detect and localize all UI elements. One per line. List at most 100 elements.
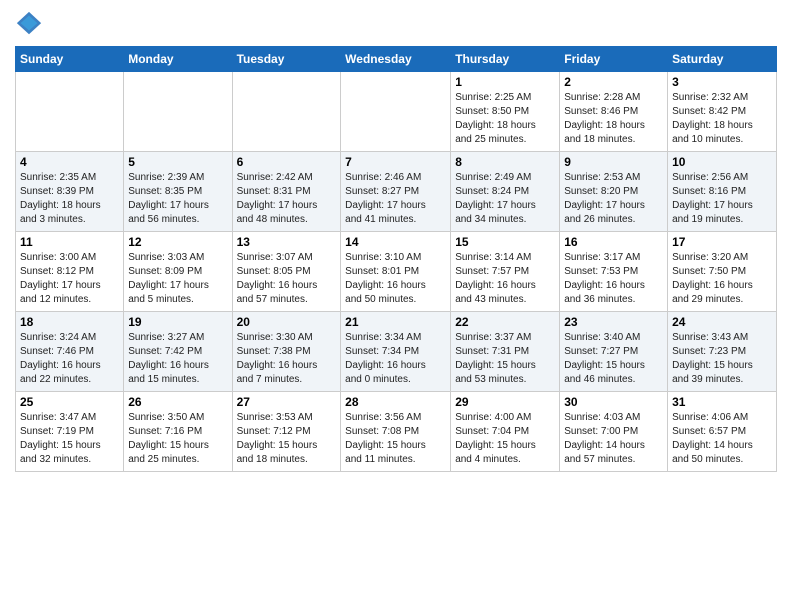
calendar-cell: 8 Sunrise: 2:49 AMSunset: 8:24 PMDaylight… — [451, 152, 560, 232]
calendar-cell: 28 Sunrise: 3:56 AMSunset: 7:08 PMDayligh… — [341, 392, 451, 472]
day-number: 4 — [20, 155, 119, 169]
day-number: 2 — [564, 75, 663, 89]
calendar-header-row: SundayMondayTuesdayWednesdayThursdayFrid… — [16, 47, 777, 72]
calendar-cell: 31 Sunrise: 4:06 AMSunset: 6:57 PMDayligh… — [668, 392, 777, 472]
day-info: Sunrise: 2:28 AMSunset: 8:46 PMDaylight:… — [564, 91, 663, 147]
calendar-cell: 1 Sunrise: 2:25 AMSunset: 8:50 PMDaylight… — [451, 72, 560, 152]
calendar-cell: 23 Sunrise: 3:40 AMSunset: 7:27 PMDayligh… — [560, 312, 668, 392]
day-info: Sunrise: 2:42 AMSunset: 8:31 PMDaylight:… — [237, 171, 337, 227]
day-info: Sunrise: 3:53 AMSunset: 7:12 PMDaylight:… — [237, 411, 337, 467]
day-number: 21 — [345, 315, 446, 329]
day-info: Sunrise: 2:53 AMSunset: 8:20 PMDaylight:… — [564, 171, 663, 227]
calendar-table: SundayMondayTuesdayWednesdayThursdayFrid… — [15, 46, 777, 472]
day-number: 13 — [237, 235, 337, 249]
day-info: Sunrise: 2:25 AMSunset: 8:50 PMDaylight:… — [455, 91, 555, 147]
calendar-cell: 26Sunrise: 3:50 AMSunset: 7:16 PMDayligh… — [124, 392, 232, 472]
calendar-cell: 7 Sunrise: 2:46 AMSunset: 8:27 PMDaylight… — [341, 152, 451, 232]
day-info: Sunrise: 2:49 AMSunset: 8:24 PMDaylight:… — [455, 171, 555, 227]
day-info: Sunrise: 3:43 AMSunset: 7:23 PMDaylight:… — [672, 331, 772, 387]
day-info: Sunrise: 4:03 AMSunset: 7:00 PMDaylight:… — [564, 411, 663, 467]
calendar-cell: 2 Sunrise: 2:28 AMSunset: 8:46 PMDaylight… — [560, 72, 668, 152]
day-number: 15 — [455, 235, 555, 249]
day-number: 18 — [20, 315, 119, 329]
day-info: Sunrise: 3:14 AMSunset: 7:57 PMDaylight:… — [455, 251, 555, 307]
day-number: 28 — [345, 395, 446, 409]
calendar-cell: 11Sunrise: 3:00 AMSunset: 8:12 PMDayligh… — [16, 232, 124, 312]
day-number: 29 — [455, 395, 555, 409]
calendar-cell: 25 Sunrise: 3:47 AMSunset: 7:19 PMDayligh… — [16, 392, 124, 472]
day-info: Sunrise: 2:39 AMSunset: 8:35 PMDaylight:… — [128, 171, 227, 227]
calendar-cell: 3Sunrise: 2:32 AMSunset: 8:42 PMDaylight… — [668, 72, 777, 152]
day-info: Sunrise: 2:56 AMSunset: 8:16 PMDaylight:… — [672, 171, 772, 227]
day-header-wednesday: Wednesday — [341, 47, 451, 72]
calendar-cell: 13 Sunrise: 3:07 AMSunset: 8:05 PMDayligh… — [232, 232, 341, 312]
calendar-cell: 4 Sunrise: 2:35 AMSunset: 8:39 PMDaylight… — [16, 152, 124, 232]
week-row-2: 4 Sunrise: 2:35 AMSunset: 8:39 PMDaylight… — [16, 152, 777, 232]
calendar-cell: 14 Sunrise: 3:10 AMSunset: 8:01 PMDayligh… — [341, 232, 451, 312]
day-header-monday: Monday — [124, 47, 232, 72]
day-info: Sunrise: 2:46 AMSunset: 8:27 PMDaylight:… — [345, 171, 446, 227]
day-number: 1 — [455, 75, 555, 89]
day-number: 22 — [455, 315, 555, 329]
day-info: Sunrise: 3:24 AMSunset: 7:46 PMDaylight:… — [20, 331, 119, 387]
week-row-4: 18 Sunrise: 3:24 AMSunset: 7:46 PMDayligh… — [16, 312, 777, 392]
day-info: Sunrise: 3:30 AMSunset: 7:38 PMDaylight:… — [237, 331, 337, 387]
calendar-cell: 10Sunrise: 2:56 AMSunset: 8:16 PMDayligh… — [668, 152, 777, 232]
calendar-cell — [341, 72, 451, 152]
day-number: 5 — [128, 155, 227, 169]
day-info: Sunrise: 3:07 AMSunset: 8:05 PMDaylight:… — [237, 251, 337, 307]
calendar-cell: 29Sunrise: 4:00 AMSunset: 7:04 PMDayligh… — [451, 392, 560, 472]
calendar-cell: 9 Sunrise: 2:53 AMSunset: 8:20 PMDaylight… — [560, 152, 668, 232]
calendar-cell — [16, 72, 124, 152]
day-info: Sunrise: 3:20 AMSunset: 7:50 PMDaylight:… — [672, 251, 772, 307]
logo-icon — [15, 10, 43, 38]
day-number: 25 — [20, 395, 119, 409]
day-info: Sunrise: 3:10 AMSunset: 8:01 PMDaylight:… — [345, 251, 446, 307]
day-header-saturday: Saturday — [668, 47, 777, 72]
day-info: Sunrise: 2:35 AMSunset: 8:39 PMDaylight:… — [20, 171, 119, 227]
day-info: Sunrise: 3:37 AMSunset: 7:31 PMDaylight:… — [455, 331, 555, 387]
day-number: 30 — [564, 395, 663, 409]
day-info: Sunrise: 3:40 AMSunset: 7:27 PMDaylight:… — [564, 331, 663, 387]
day-header-thursday: Thursday — [451, 47, 560, 72]
day-number: 27 — [237, 395, 337, 409]
calendar-cell: 12Sunrise: 3:03 AMSunset: 8:09 PMDayligh… — [124, 232, 232, 312]
week-row-5: 25 Sunrise: 3:47 AMSunset: 7:19 PMDayligh… — [16, 392, 777, 472]
calendar-cell: 20 Sunrise: 3:30 AMSunset: 7:38 PMDayligh… — [232, 312, 341, 392]
day-number: 3 — [672, 75, 772, 89]
calendar-cell — [232, 72, 341, 152]
day-info: Sunrise: 3:56 AMSunset: 7:08 PMDaylight:… — [345, 411, 446, 467]
calendar-cell: 15 Sunrise: 3:14 AMSunset: 7:57 PMDayligh… — [451, 232, 560, 312]
day-header-friday: Friday — [560, 47, 668, 72]
day-number: 7 — [345, 155, 446, 169]
day-number: 20 — [237, 315, 337, 329]
calendar-cell: 6 Sunrise: 2:42 AMSunset: 8:31 PMDaylight… — [232, 152, 341, 232]
day-header-tuesday: Tuesday — [232, 47, 341, 72]
day-number: 14 — [345, 235, 446, 249]
day-info: Sunrise: 3:17 AMSunset: 7:53 PMDaylight:… — [564, 251, 663, 307]
page: SundayMondayTuesdayWednesdayThursdayFrid… — [0, 0, 792, 612]
day-info: Sunrise: 3:03 AMSunset: 8:09 PMDaylight:… — [128, 251, 227, 307]
logo — [15, 10, 47, 38]
day-number: 9 — [564, 155, 663, 169]
calendar-cell: 27 Sunrise: 3:53 AMSunset: 7:12 PMDayligh… — [232, 392, 341, 472]
day-number: 17 — [672, 235, 772, 249]
day-number: 6 — [237, 155, 337, 169]
day-number: 23 — [564, 315, 663, 329]
day-number: 16 — [564, 235, 663, 249]
header — [15, 10, 777, 38]
day-info: Sunrise: 3:27 AMSunset: 7:42 PMDaylight:… — [128, 331, 227, 387]
day-number: 24 — [672, 315, 772, 329]
calendar-cell: 19Sunrise: 3:27 AMSunset: 7:42 PMDayligh… — [124, 312, 232, 392]
calendar-cell: 5 Sunrise: 2:39 AMSunset: 8:35 PMDaylight… — [124, 152, 232, 232]
day-number: 8 — [455, 155, 555, 169]
calendar-cell: 17 Sunrise: 3:20 AMSunset: 7:50 PMDayligh… — [668, 232, 777, 312]
calendar-cell: 21Sunrise: 3:34 AMSunset: 7:34 PMDayligh… — [341, 312, 451, 392]
day-info: Sunrise: 3:47 AMSunset: 7:19 PMDaylight:… — [20, 411, 119, 467]
week-row-3: 11Sunrise: 3:00 AMSunset: 8:12 PMDayligh… — [16, 232, 777, 312]
day-number: 31 — [672, 395, 772, 409]
day-number: 26 — [128, 395, 227, 409]
calendar-cell: 18 Sunrise: 3:24 AMSunset: 7:46 PMDayligh… — [16, 312, 124, 392]
calendar-cell: 16 Sunrise: 3:17 AMSunset: 7:53 PMDayligh… — [560, 232, 668, 312]
day-info: Sunrise: 4:06 AMSunset: 6:57 PMDaylight:… — [672, 411, 772, 467]
